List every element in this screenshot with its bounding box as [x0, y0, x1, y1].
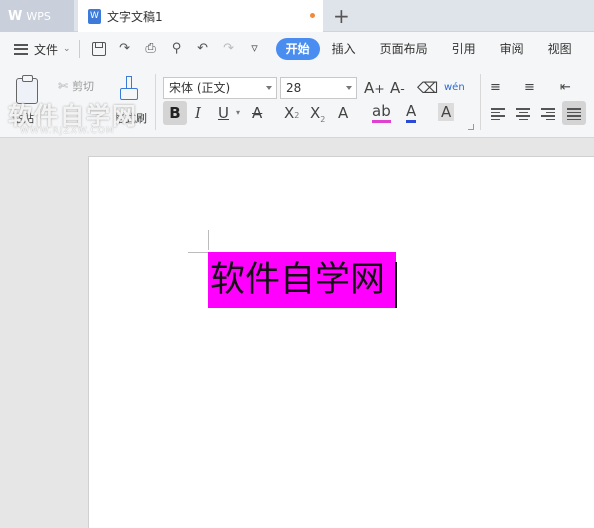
tab-view[interactable]: 视图 [536, 38, 584, 60]
ribbon-tab-list: 开始 插入 页面布局 引用 审阅 视图 [275, 38, 584, 60]
scissors-icon: ✄ [58, 79, 69, 93]
font-family-select[interactable]: 宋体 (正文) [163, 77, 277, 99]
document-text[interactable]: 软件自学网 [210, 255, 385, 305]
redo-icon[interactable]: ↷ [222, 42, 236, 56]
wps-tab-label: WPS [26, 9, 51, 23]
site-watermark-url: WWW.RJZXW.COM [20, 126, 115, 136]
cut-label: 剪切 [72, 80, 95, 93]
home-ribbon: 粘贴 ✄ 剪切 格式刷 软件自学网 WWW.RJZXW.COM 宋体 (正文) … [0, 66, 594, 138]
cut-button[interactable]: ✄ 剪切 [58, 78, 94, 94]
dropdown-caret-icon [266, 86, 272, 90]
font-color-icon[interactable]: A [406, 102, 417, 123]
divider [78, 40, 80, 58]
undo-icon[interactable]: ↶ [196, 42, 210, 56]
tab-insert[interactable]: 插入 [320, 38, 368, 60]
decrease-indent-icon[interactable]: ⇤ [560, 77, 571, 99]
tab-home[interactable]: 开始 [275, 38, 320, 60]
bullet-list-icon[interactable]: ≡ [490, 77, 501, 99]
justify-icon [567, 108, 581, 120]
character-shading-icon[interactable]: A [438, 103, 455, 121]
highlight-color-icon[interactable]: ab [372, 102, 391, 123]
font-family-value: 宋体 (正文) [169, 81, 231, 95]
writer-document-icon: W [88, 8, 101, 24]
margin-corner-mark [188, 252, 208, 253]
align-center-icon[interactable] [516, 108, 530, 120]
align-right-icon[interactable] [541, 108, 555, 120]
document-tab[interactable]: W 文字文稿1 [78, 0, 323, 32]
divider [155, 74, 156, 130]
hamburger-icon [14, 43, 28, 55]
underline-options-icon[interactable]: ▾ [236, 102, 240, 124]
unsaved-dot-icon [310, 13, 315, 18]
tab-references[interactable]: 引用 [440, 38, 488, 60]
bold-button[interactable]: B [163, 101, 187, 125]
quick-access-more-icon[interactable]: ▿ [248, 42, 262, 56]
save-icon[interactable] [91, 42, 106, 56]
chevron-down-icon: ⌄ [63, 44, 71, 54]
font-dialog-launcher-icon[interactable] [468, 124, 474, 130]
document-workspace[interactable]: 软件自学网 [0, 139, 594, 528]
tab-review[interactable]: 审阅 [488, 38, 536, 60]
print-icon[interactable]: ⎙ [144, 42, 158, 56]
justify-button[interactable] [562, 101, 586, 125]
file-menu-button[interactable]: 文件 ⌄ [14, 41, 71, 58]
text-cursor [395, 262, 397, 308]
font-size-select[interactable]: 28 [280, 77, 357, 99]
file-menu-label: 文件 [34, 42, 59, 57]
wps-home-tab[interactable]: W WPS [0, 0, 74, 32]
underline-button[interactable]: U [218, 102, 229, 124]
wps-logo-icon: W [8, 8, 23, 24]
shrink-font-icon[interactable]: A- [390, 77, 405, 100]
dropdown-caret-icon [346, 86, 352, 90]
font-size-value: 28 [286, 81, 302, 95]
grow-font-icon[interactable]: A+ [364, 77, 385, 100]
export-icon[interactable]: ↷ [118, 42, 132, 56]
margin-corner-mark [208, 230, 209, 250]
align-left-icon[interactable] [491, 108, 505, 120]
clear-formatting-icon[interactable]: ⌫ [417, 77, 438, 99]
strikethrough-button[interactable]: A [252, 102, 262, 124]
print-preview-icon[interactable]: ⚲ [170, 42, 184, 56]
text-effect-icon[interactable]: A [338, 102, 348, 124]
title-tab-bar: W WPS W 文字文稿1 + [0, 0, 594, 32]
menu-bar: 文件 ⌄ ↷ ⎙ ⚲ ↶ ↷ ▿ 开始 插入 页面布局 引用 审阅 视图 [0, 32, 594, 66]
subscript-button[interactable]: X2 [310, 102, 325, 131]
document-page[interactable]: 软件自学网 [88, 156, 594, 528]
superscript-button[interactable]: X2 [284, 102, 299, 127]
italic-button[interactable]: I [195, 102, 201, 124]
document-tab-title: 文字文稿1 [107, 9, 163, 24]
numbered-list-icon[interactable]: ≡ [524, 77, 535, 99]
tab-page-layout[interactable]: 页面布局 [368, 38, 440, 60]
divider [480, 74, 481, 130]
phonetic-guide-icon[interactable]: wén [444, 77, 465, 99]
new-tab-button[interactable]: + [333, 4, 350, 28]
